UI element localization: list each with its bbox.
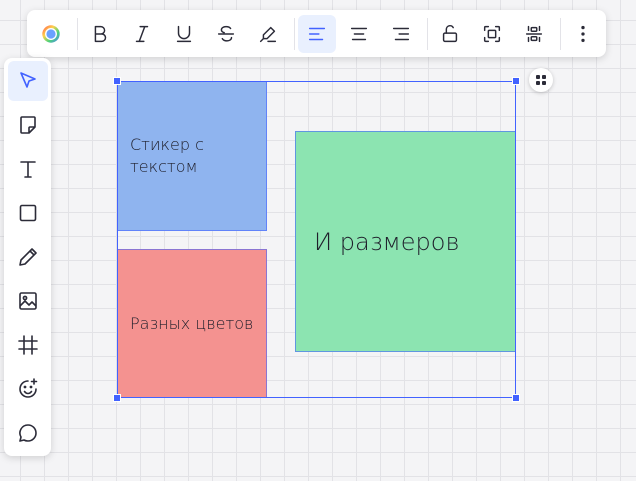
distribute-button[interactable]: [515, 15, 553, 53]
lock-button[interactable]: [431, 15, 469, 53]
resize-handle-top-left[interactable]: [113, 77, 121, 85]
toolbar-separator: [77, 18, 78, 50]
toolbar-separator: [560, 18, 561, 50]
color-picker-button[interactable]: [32, 15, 70, 53]
group-button[interactable]: [529, 68, 553, 92]
text-tool-button[interactable]: [8, 149, 48, 189]
color-wheel-icon: [42, 25, 60, 43]
image-icon: [19, 292, 37, 310]
align-right-icon: [392, 27, 410, 41]
resize-handle-bottom-left[interactable]: [113, 394, 121, 402]
image-tool-button[interactable]: [8, 281, 48, 321]
sticky-note-tool-button[interactable]: [8, 105, 48, 145]
shape-tool-button[interactable]: [8, 193, 48, 233]
distribute-icon: [525, 25, 543, 43]
toolbar-separator: [294, 18, 295, 50]
context-toolbar: [27, 10, 606, 57]
more-vertical-icon: [581, 25, 585, 43]
italic-button[interactable]: [123, 15, 161, 53]
cursor-icon: [20, 72, 36, 88]
strikethrough-icon: [217, 25, 235, 42]
more-options-button[interactable]: [564, 15, 602, 53]
resize-handle-top-right[interactable]: [512, 77, 520, 85]
italic-icon: [135, 25, 149, 43]
comment-icon: [19, 424, 37, 442]
square-icon: [19, 204, 37, 222]
align-left-button[interactable]: [298, 15, 336, 53]
highlighter-icon: [259, 26, 277, 43]
bold-button[interactable]: [81, 15, 119, 53]
underline-icon: [176, 25, 192, 43]
sticky-note-icon: [20, 116, 36, 134]
underline-button[interactable]: [165, 15, 203, 53]
frame-icon: [18, 335, 38, 355]
align-right-button[interactable]: [382, 15, 420, 53]
unlock-icon: [442, 24, 458, 43]
tools-sidebar: [4, 58, 51, 456]
bold-icon: [94, 25, 107, 43]
align-center-button[interactable]: [340, 15, 378, 53]
pen-tool-button[interactable]: [8, 237, 48, 277]
resize-handle-bottom-right[interactable]: [512, 394, 520, 402]
strikethrough-button[interactable]: [207, 15, 245, 53]
highlight-button[interactable]: [249, 15, 287, 53]
comment-tool-button[interactable]: [8, 413, 48, 453]
align-left-icon: [308, 27, 326, 41]
frame-tool-button[interactable]: [8, 325, 48, 365]
emoji-add-icon: [19, 378, 38, 398]
toolbar-separator: [427, 18, 428, 50]
emoji-tool-button[interactable]: [8, 369, 48, 409]
fit-to-content-button[interactable]: [473, 15, 511, 53]
selection-frame: [117, 81, 516, 398]
select-tool-button[interactable]: [8, 61, 48, 101]
text-icon: [20, 161, 36, 178]
grid-icon: [536, 75, 546, 85]
pencil-icon: [19, 248, 37, 266]
align-center-icon: [350, 27, 368, 41]
fit-content-icon: [483, 25, 501, 43]
